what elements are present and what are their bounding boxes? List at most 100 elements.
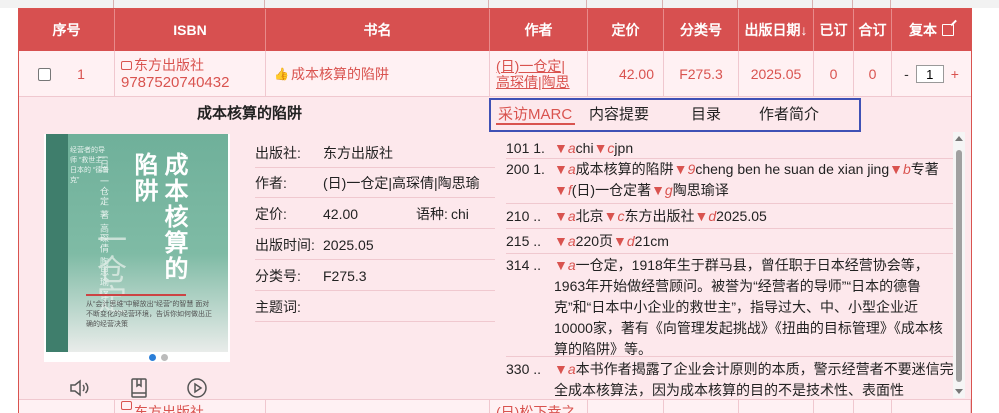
row-isbn: 9787520740432 — [121, 74, 230, 91]
header-copies-label: 复本 — [909, 22, 937, 38]
book-icon[interactable] — [127, 376, 151, 400]
header-class[interactable]: 分类号 — [664, 9, 739, 51]
increment-button[interactable]: + — [951, 66, 959, 82]
marc-subfield-code: ▼a — [554, 208, 576, 224]
marc-field: 215 .. ▼a220页▼d21cm — [506, 231, 954, 254]
header-price[interactable]: 定价 — [588, 9, 664, 51]
publisher-icon — [121, 401, 132, 410]
marc-subfield-code: ▼c — [593, 140, 615, 156]
info-price: 定价: 42.00 语种: chi — [255, 199, 495, 229]
header-isbn[interactable]: ISBN — [115, 9, 266, 51]
index-cell — [19, 400, 115, 413]
row-publisher[interactable]: 东方出版社 — [134, 402, 204, 413]
marc-text: ▼a本书作者揭露了企业会计原则的本质，警示经营者不要迷信完全成本核算法，因为成本… — [554, 359, 954, 398]
marc-subfield-code: ▼a — [554, 233, 576, 249]
header-copies[interactable]: 复本 — [892, 9, 971, 51]
scroll-thumb[interactable] — [956, 150, 962, 382]
marc-subfield-value: 21cm — [634, 233, 669, 249]
cover-title-left: 陷阱 — [130, 152, 157, 204]
carousel-dot-active[interactable] — [149, 354, 156, 361]
total-cell: 0 — [854, 51, 892, 97]
speaker-icon[interactable] — [67, 376, 91, 400]
cover-art: 经营者的导师 “救世主” 日本的 “德鲁克” [日] 一仓定 著 高琛倩 陶思瑜… — [46, 134, 228, 352]
marc-scrollbar[interactable] — [953, 132, 965, 398]
strip-divider — [852, 0, 853, 8]
marc-subfield-code: ▼9 — [673, 161, 696, 177]
table-row[interactable]: 1 东方出版社 9787520740432 👍 成本核算的陷阱 (日)一仓定| … — [19, 51, 971, 97]
marc-field: 314 .. ▼a一仓定，1918年生于群马县，曾任职于日本经营协会等，1963年… — [506, 255, 954, 357]
tab-toc[interactable]: 目录 — [691, 103, 721, 124]
cover-title-right: 成本核算的 — [160, 152, 187, 282]
info-value: chi — [450, 205, 469, 222]
info-value: (日)一仓定|高琛倩|陶思瑜 — [323, 174, 480, 191]
copies-stepper: - + — [904, 65, 959, 83]
table-row[interactable]: 东方出版社 (日)松下幸之 — [19, 399, 971, 413]
header-date[interactable]: 出版日期↓ — [739, 9, 814, 51]
tab-marc[interactable]: 采访MARC — [498, 103, 572, 124]
publisher-line[interactable]: 东方出版社 — [121, 57, 204, 74]
header-author[interactable]: 作者 — [490, 9, 588, 51]
marc-field: 200 1. ▼a成本核算的陷阱▼9cheng ben he suan de xi… — [506, 159, 954, 204]
header-title[interactable]: 书名 — [266, 9, 490, 51]
copies-cell: - + — [892, 51, 971, 97]
tab-underline — [496, 123, 575, 125]
detail-tabs: 采访MARC 内容提要 目录 作者简介 — [489, 98, 861, 132]
info-label: 出版社: — [255, 144, 301, 161]
header-total[interactable]: 合订 — [854, 9, 892, 51]
edit-icon[interactable] — [942, 24, 954, 36]
scroll-down-icon[interactable] — [955, 389, 963, 394]
class-cell — [664, 400, 739, 413]
marc-subfield-code: ▼a — [554, 361, 576, 377]
author-cell[interactable]: (日)松下幸之 — [490, 400, 588, 413]
tab-summary[interactable]: 内容提要 — [589, 103, 649, 124]
marc-text: ▼a成本核算的陷阱▼9cheng ben he suan de xian jin… — [554, 159, 954, 201]
header-index[interactable]: 序号 — [19, 9, 115, 51]
play-icon[interactable] — [185, 376, 209, 400]
info-label: 出版时间: — [255, 236, 315, 253]
marc-subfield-code: ▼d — [694, 208, 717, 224]
book-table: 序号 ISBN 书名 作者 定价 分类号 出版日期↓ 已订 合订 复本 1 东方… — [18, 8, 972, 413]
author-cell[interactable]: (日)一仓定| 高琛倩|陶思 — [490, 51, 588, 97]
detail-book-title: 成本核算的陷阱 — [197, 105, 303, 122]
book-cover[interactable]: 经营者的导师 “救世主” 日本的 “德鲁克” [日] 一仓定 著 高琛倩 陶思瑜… — [44, 134, 230, 362]
strip-divider — [264, 0, 265, 8]
table-header: 序号 ISBN 书名 作者 定价 分类号 出版日期↓ 已订 合订 复本 — [19, 9, 971, 51]
strip-divider — [737, 0, 738, 8]
marc-subfield-code: ▼a — [554, 257, 576, 273]
header-ordered[interactable]: 已订 — [814, 9, 854, 51]
row-title[interactable]: 成本核算的陷阱 — [291, 64, 389, 84]
info-value: F275.3 — [323, 267, 367, 284]
strip-divider — [488, 0, 489, 8]
strip-divider — [890, 0, 891, 8]
copies-input[interactable] — [915, 65, 944, 83]
title-cell[interactable] — [266, 400, 490, 413]
marc-subfield-code: ▼f — [554, 182, 572, 198]
decrement-button[interactable]: - — [904, 66, 909, 82]
carousel-dot[interactable] — [161, 354, 168, 361]
marc-subfield-code: ▼a — [554, 161, 576, 177]
total-cell — [854, 400, 892, 413]
info-label: 作者: — [255, 174, 287, 191]
strip-divider — [812, 0, 813, 8]
row-author-line2[interactable]: 高琛倩|陶思 — [496, 74, 570, 90]
info-value: 东方出版社 — [323, 144, 393, 161]
strip-divider — [113, 0, 114, 8]
info-subject: 主题词: — [255, 292, 495, 322]
index-cell: 1 — [19, 51, 115, 97]
tab-author-bio[interactable]: 作者简介 — [759, 103, 819, 124]
marc-text: ▼a一仓定，1918年生于群马县，曾任职于日本经营协会等，1963年开始做经营顾… — [554, 255, 954, 360]
scroll-up-icon[interactable] — [955, 136, 963, 141]
row-checkbox[interactable] — [38, 67, 52, 81]
marc-subfield-code: ▼b — [889, 161, 911, 177]
detail-panel: 成本核算的陷阱 经营者的导师 “救世主” 日本的 “德鲁克” [日] 一仓定 著… — [19, 98, 971, 398]
title-cell[interactable]: 👍 成本核算的陷阱 — [266, 51, 490, 97]
marc-subfield-value: 专著 — [910, 161, 939, 177]
marc-tag: 215 .. — [506, 233, 542, 249]
row-author-line1[interactable]: (日)一仓定| — [496, 58, 565, 74]
info-value: 2025.05 — [323, 236, 374, 253]
marc-subfield-value: jpn — [614, 140, 634, 156]
marc-tag: 101 1. — [506, 140, 545, 156]
publisher-icon — [121, 60, 132, 70]
info-author: 作者: (日)一仓定|高琛倩|陶思瑜 — [255, 168, 495, 198]
info-label: 语种: — [416, 205, 448, 222]
